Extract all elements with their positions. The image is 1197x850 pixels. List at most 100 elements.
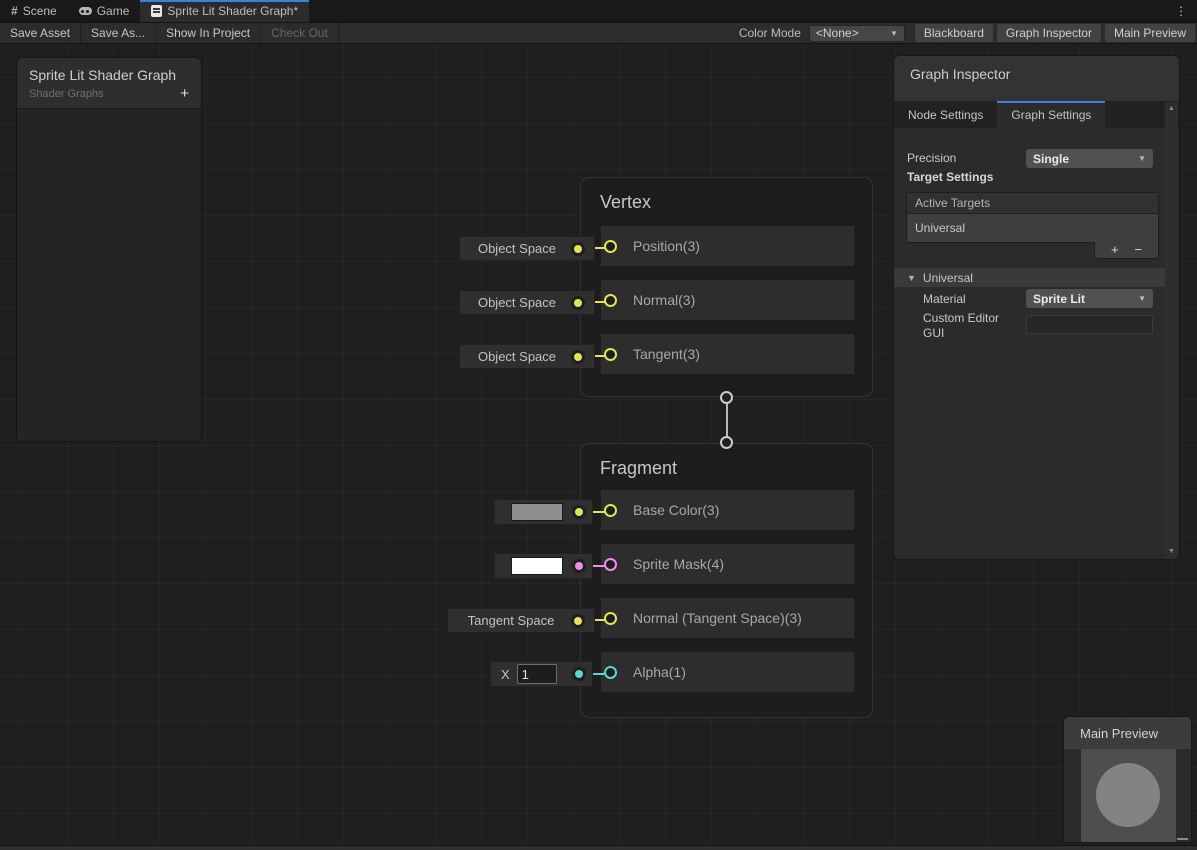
tab-shader-graph[interactable]: Sprite Lit Shader Graph* [140, 0, 309, 22]
main-preview-title: Main Preview [1080, 726, 1158, 741]
position-widget-dot [574, 245, 582, 253]
sprite-mask-port[interactable] [604, 558, 617, 571]
window-menu-icon[interactable]: ⋮ [1165, 0, 1197, 22]
alpha-widget: X [490, 661, 593, 687]
color-mode-value: <None> [816, 26, 859, 40]
scroll-down-icon[interactable]: ▼ [1165, 548, 1178, 555]
shader-graph-icon [151, 5, 162, 17]
active-targets-header: Active Targets [907, 193, 1158, 214]
fragment-alpha-row: Alpha(1) [601, 652, 854, 692]
add-target-button[interactable]: + [1111, 245, 1119, 255]
blackboard-title: Sprite Lit Shader Graph [29, 67, 189, 83]
vertex-node[interactable]: Vertex Position(3) Normal(3) Tangent(3) [580, 177, 873, 397]
chevron-down-icon: ▼ [1138, 294, 1146, 303]
active-target-item-universal[interactable]: Universal [907, 214, 1158, 242]
blackboard-toggle-button[interactable]: Blackboard [915, 24, 993, 42]
fragment-node-title: Fragment [581, 444, 872, 479]
tab-node-settings[interactable]: Node Settings [894, 101, 997, 128]
normal-widget-dot [574, 299, 582, 307]
graph-inspector-header: Graph Inspector [894, 56, 1179, 101]
material-dropdown[interactable]: Sprite Lit ▼ [1026, 289, 1153, 308]
toolbar-spacer [339, 23, 731, 43]
normal-space-dropdown[interactable]: Object Space [459, 290, 595, 315]
sprite-mask-widget-dot [575, 562, 583, 570]
tab-graph-settings[interactable]: Graph Settings [997, 101, 1105, 128]
blackboard-panel[interactable]: Sprite Lit Shader Graph Shader Graphs + [16, 57, 202, 442]
graph-inspector-tabs: Node Settings Graph Settings [894, 101, 1179, 128]
shader-graph-toolbar: Save Asset Save As... Show In Project Ch… [0, 22, 1197, 44]
precision-label: Precision [907, 151, 956, 165]
tangent-port[interactable] [604, 348, 617, 361]
fragment-sprite-mask-row: Sprite Mask(4) [601, 544, 854, 584]
add-property-button[interactable]: + [180, 88, 189, 100]
alpha-port[interactable] [604, 666, 617, 679]
foldout-arrow-icon: ▼ [907, 273, 916, 283]
tab-game-label: Game [97, 4, 130, 18]
show-in-project-button[interactable]: Show In Project [156, 23, 261, 43]
normal-tangent-space-port-label: Normal (Tangent Space)(3) [633, 610, 802, 626]
vertex-out-port[interactable] [720, 391, 733, 404]
custom-editor-gui-label: Custom Editor GUI [923, 311, 1019, 341]
universal-foldout-label: Universal [923, 271, 973, 285]
color-mode-dropdown[interactable]: <None> ▼ [809, 25, 905, 42]
main-preview-panel[interactable]: Main Preview [1063, 716, 1192, 843]
position-space-value: Object Space [460, 241, 574, 256]
remove-target-button[interactable]: − [1134, 245, 1142, 255]
graph-inspector-title: Graph Inspector [910, 66, 1010, 82]
position-port[interactable] [604, 240, 617, 253]
base-color-port[interactable] [604, 504, 617, 517]
tangent-port-label: Tangent(3) [633, 346, 700, 362]
check-out-button: Check Out [261, 23, 339, 43]
normal-port-label: Normal(3) [633, 292, 695, 308]
active-targets-list: Active Targets Universal [906, 192, 1159, 243]
precision-value: Single [1033, 152, 1069, 166]
position-space-dropdown[interactable]: Object Space [459, 236, 595, 261]
universal-foldout[interactable]: ▼ Universal [894, 268, 1168, 287]
preview-sprite-circle [1096, 763, 1160, 827]
fragment-in-port[interactable] [720, 436, 733, 449]
alpha-value-input[interactable] [517, 664, 557, 684]
main-preview-header: Main Preview [1064, 717, 1191, 749]
normal-space-widget-dot [574, 617, 582, 625]
blackboard-subtitle: Shader Graphs [29, 88, 104, 100]
graph-inspector-panel[interactable]: Graph Inspector Node Settings Graph Sett… [893, 55, 1180, 560]
scroll-up-icon[interactable]: ▲ [1165, 105, 1178, 112]
graph-inspector-toggle-button[interactable]: Graph Inspector [997, 24, 1101, 42]
normal-space-widget-value: Tangent Space [448, 613, 574, 628]
base-color-port-label: Base Color(3) [633, 502, 719, 518]
tab-bar: # Scene Game Sprite Lit Shader Graph* ⋮ [0, 0, 1197, 22]
fragment-base-color-row: Base Color(3) [601, 490, 854, 530]
inspector-scrollbar[interactable]: ▲ ▼ [1165, 102, 1178, 558]
normal-tangent-space-port[interactable] [604, 612, 617, 625]
base-color-swatch[interactable] [511, 503, 563, 521]
normal-port[interactable] [604, 294, 617, 307]
main-preview-toggle-button[interactable]: Main Preview [1105, 24, 1195, 42]
chevron-down-icon: ▼ [1138, 154, 1146, 163]
chevron-down-icon: ▼ [890, 29, 898, 38]
tab-scene[interactable]: # Scene [0, 0, 68, 22]
vertex-tangent-row: Tangent(3) [601, 334, 854, 374]
preview-resize-handle[interactable] [1177, 838, 1188, 840]
normal-space-widget-dropdown[interactable]: Tangent Space [447, 608, 595, 633]
save-as-button[interactable]: Save As... [81, 23, 156, 43]
tangent-space-dropdown[interactable]: Object Space [459, 344, 595, 369]
normal-space-value: Object Space [460, 295, 574, 310]
main-preview-viewport [1064, 749, 1191, 842]
vertex-position-row: Position(3) [601, 226, 854, 266]
tab-game[interactable]: Game [68, 0, 141, 22]
scene-grid-icon: # [11, 4, 18, 18]
precision-dropdown[interactable]: Single ▼ [1026, 149, 1153, 168]
blackboard-subtitle-row: Shader Graphs + [17, 85, 201, 109]
target-settings-label: Target Settings [907, 170, 993, 184]
save-asset-button[interactable]: Save Asset [0, 23, 81, 43]
window-bottom-bar [0, 845, 1197, 850]
sprite-mask-port-label: Sprite Mask(4) [633, 556, 724, 572]
custom-editor-gui-input[interactable] [1026, 315, 1153, 334]
fragment-node[interactable]: Fragment Base Color(3) Sprite Mask(4) No… [580, 443, 873, 718]
material-value: Sprite Lit [1033, 292, 1085, 306]
graph-canvas[interactable]: Sprite Lit Shader Graph Shader Graphs + … [0, 44, 1197, 845]
base-color-widget-dot [575, 508, 583, 516]
sprite-mask-swatch[interactable] [511, 557, 563, 575]
alpha-widget-dot [575, 670, 583, 678]
material-label: Material [923, 292, 966, 306]
